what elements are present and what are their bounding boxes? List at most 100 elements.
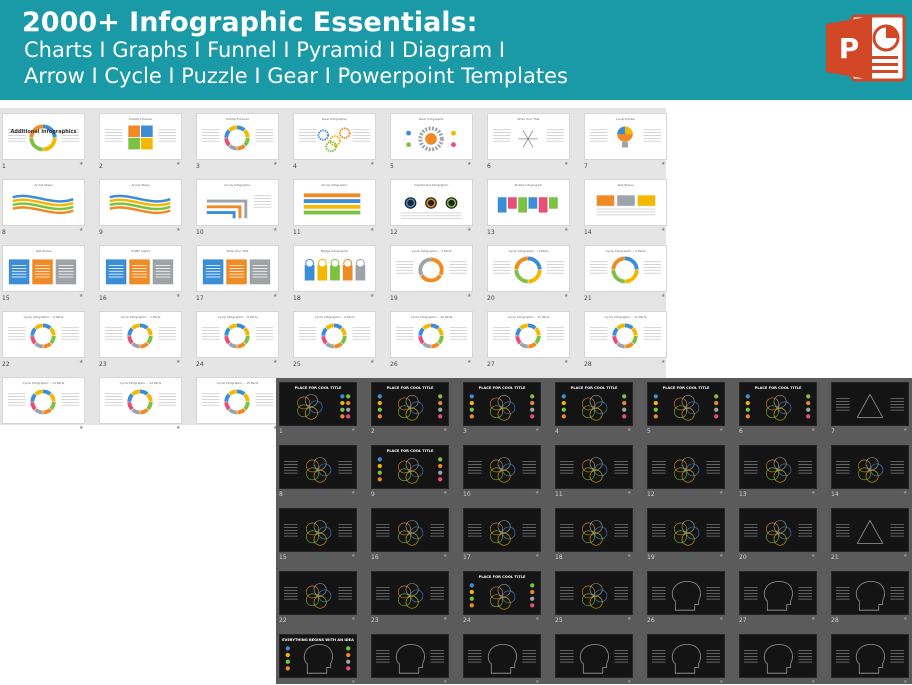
slide-thumbnail[interactable] [831,571,909,615]
slide-thumbnail[interactable]: PLACE FOR COOL TITLE [371,382,449,426]
slide-thumbnail[interactable] [739,508,817,552]
slide-thumbnail[interactable] [371,508,449,552]
slide-graphic [467,520,537,546]
slide-graphic [835,393,905,418]
slide-number: 25 [555,617,563,624]
slide-number: 3 [463,428,467,435]
subtitle-line-2: Arrow I Cycle I Puzzle I Gear I Powerpoi… [24,64,568,88]
slide-thumbnail[interactable]: Cycle Infographic – 12 Parts [584,311,667,358]
slide-star-icon: ★ [79,359,84,365]
slide-star-icon: ★ [535,616,540,622]
slide-star-icon: ★ [351,616,356,622]
slide-thumbnail[interactable]: Arrow Steps [2,179,85,226]
slide-thumbnail[interactable]: EVERYTHING BEGINS WITH AN IDEA [279,634,357,678]
slide-thumbnail[interactable] [279,571,357,615]
slide-thumbnail[interactable] [463,634,541,678]
slide-thumbnail[interactable] [739,445,817,489]
slide-star-icon: ★ [351,490,356,496]
slide-thumbnail[interactable] [739,571,817,615]
slide-thumbnail[interactable]: Gear Infographic [390,113,473,160]
slide-thumbnail[interactable]: PLACE FOR COOL TITLE [279,382,357,426]
slide-title: Dashboard Infographic [414,183,449,187]
slide-thumbnail[interactable]: Puzzle Infographic [487,179,570,226]
slide-graphic [651,644,721,674]
slide-thumbnail[interactable]: Puzzle 4 Pieces [99,113,182,160]
slide-thumbnail[interactable]: Arrow Infographic [293,179,376,226]
slide-number: 12 [647,491,655,498]
slide-thumbnail[interactable]: Cycle Infographic – 3 Parts [390,245,473,292]
slide-thumbnail[interactable]: Gear Infographic [293,113,376,160]
slide-star-icon: ★ [811,553,816,559]
slide-graphic [743,457,813,483]
slide-thumbnail[interactable] [463,508,541,552]
slide-thumbnail[interactable]: Traffic Lights [99,245,182,292]
slide-thumbnail[interactable]: Cycle Infographic – 13 Parts [2,377,85,424]
slide-thumbnail[interactable]: Arrow Infographic [196,179,279,226]
slide-thumbnail[interactable] [279,508,357,552]
slide-thumbnail[interactable]: Slide Your Title [487,113,570,160]
slide-thumbnail[interactable] [831,445,909,489]
slide-star-icon: ★ [443,490,448,496]
slide-thumbnail[interactable]: Puzzle 8 Pieces [196,113,279,160]
slide-thumbnail[interactable]: PLACE FOR COOL TITLE [555,382,633,426]
slide-number: 5 [647,428,651,435]
slide-thumbnail[interactable] [647,445,725,489]
slide-thumbnail[interactable] [555,445,633,489]
slide-thumbnail[interactable] [647,508,725,552]
slide-thumbnail[interactable]: Cycle Infographic – 11 Parts [487,311,570,358]
slide-thumbnail[interactable]: PLACE FOR COOL TITLE [463,382,541,426]
slide-thumbnail[interactable] [647,571,725,615]
dark-slides-panel: PLACE FOR COOL TITLE 1 ★ PLACE FOR COOL TIT… [276,378,912,685]
slide-thumbnail[interactable]: Dashboard Infographic [390,179,473,226]
slide-thumbnail[interactable]: Cycle Infographic – 14 Parts [99,377,182,424]
slide-thumbnail[interactable]: Slide Your Title [196,245,279,292]
slide-title: Cycle Infographic – 3 Parts [411,249,452,253]
slide-star-icon: ★ [903,679,908,685]
slide-thumbnail[interactable] [647,634,725,678]
slide-number: 16 [371,554,379,561]
slide-thumbnail[interactable]: Arrow Steps [99,179,182,226]
slide-graphic [835,644,905,674]
slide-thumbnail[interactable]: Cycle Infographic – 5 Parts [584,245,667,292]
slide-thumbnail[interactable]: Badge Infographic [293,245,376,292]
slide-number: 12 [390,229,398,236]
slide-title: Arrow Steps [34,183,53,187]
slide-thumbnail[interactable] [371,571,449,615]
slide-thumbnail[interactable]: Cycle Infographic – 10 Parts [390,311,473,358]
slide-thumbnail[interactable] [555,571,633,615]
slide-thumbnail[interactable]: Text Boxes [584,179,667,226]
slide-star-icon: ★ [719,553,724,559]
slide-thumbnail[interactable] [463,445,541,489]
slide-thumbnail[interactable]: Text Boxes [2,245,85,292]
slide-title: PLACE FOR COOL TITLE [386,449,434,453]
slide-thumbnail[interactable]: Cycle Infographic – 8 Parts [196,311,279,358]
slide-number: 11 [555,491,563,498]
slide-thumbnail[interactable]: PLACE FOR COOL TITLE [371,445,449,489]
slide-thumbnail[interactable] [831,508,909,552]
slide-thumbnail[interactable]: Cycle Infographic – 6 Parts [2,311,85,358]
slide-thumbnail[interactable] [279,445,357,489]
slide-graphic [743,520,813,546]
slide-thumbnail[interactable]: Lamp Puzzle [584,113,667,160]
slide-thumbnail[interactable]: Cycle Infographic – 15 Parts [196,377,279,424]
slide-title: PLACE FOR COOL TITLE [570,386,618,390]
slide-thumbnail[interactable] [371,634,449,678]
slide-star-icon: ★ [719,490,724,496]
slide-number: 4 [293,163,297,170]
slide-thumbnail[interactable]: Cycle Infographic – 7 Parts [99,311,182,358]
slide-thumbnail[interactable]: PLACE FOR COOL TITLE [739,382,817,426]
slide-star-icon: ★ [273,293,278,299]
slide-thumbnail[interactable] [831,382,909,426]
slide-thumbnail[interactable]: PLACE FOR COOL TITLE [647,382,725,426]
slide-thumbnail[interactable] [555,508,633,552]
slide-number: 18 [293,295,301,302]
slide-number: 27 [487,361,495,368]
slide-title: Arrow Infographic [224,183,251,187]
slide-thumbnail[interactable]: Additional Infographics [2,113,85,160]
slide-thumbnail[interactable] [739,634,817,678]
slide-thumbnail[interactable]: Cycle Infographic – 9 Parts [293,311,376,358]
slide-thumbnail[interactable]: Cycle Infographic – 4 Parts [487,245,570,292]
slide-thumbnail[interactable]: PLACE FOR COOL TITLE [463,571,541,615]
slide-thumbnail[interactable] [555,634,633,678]
slide-thumbnail[interactable] [831,634,909,678]
